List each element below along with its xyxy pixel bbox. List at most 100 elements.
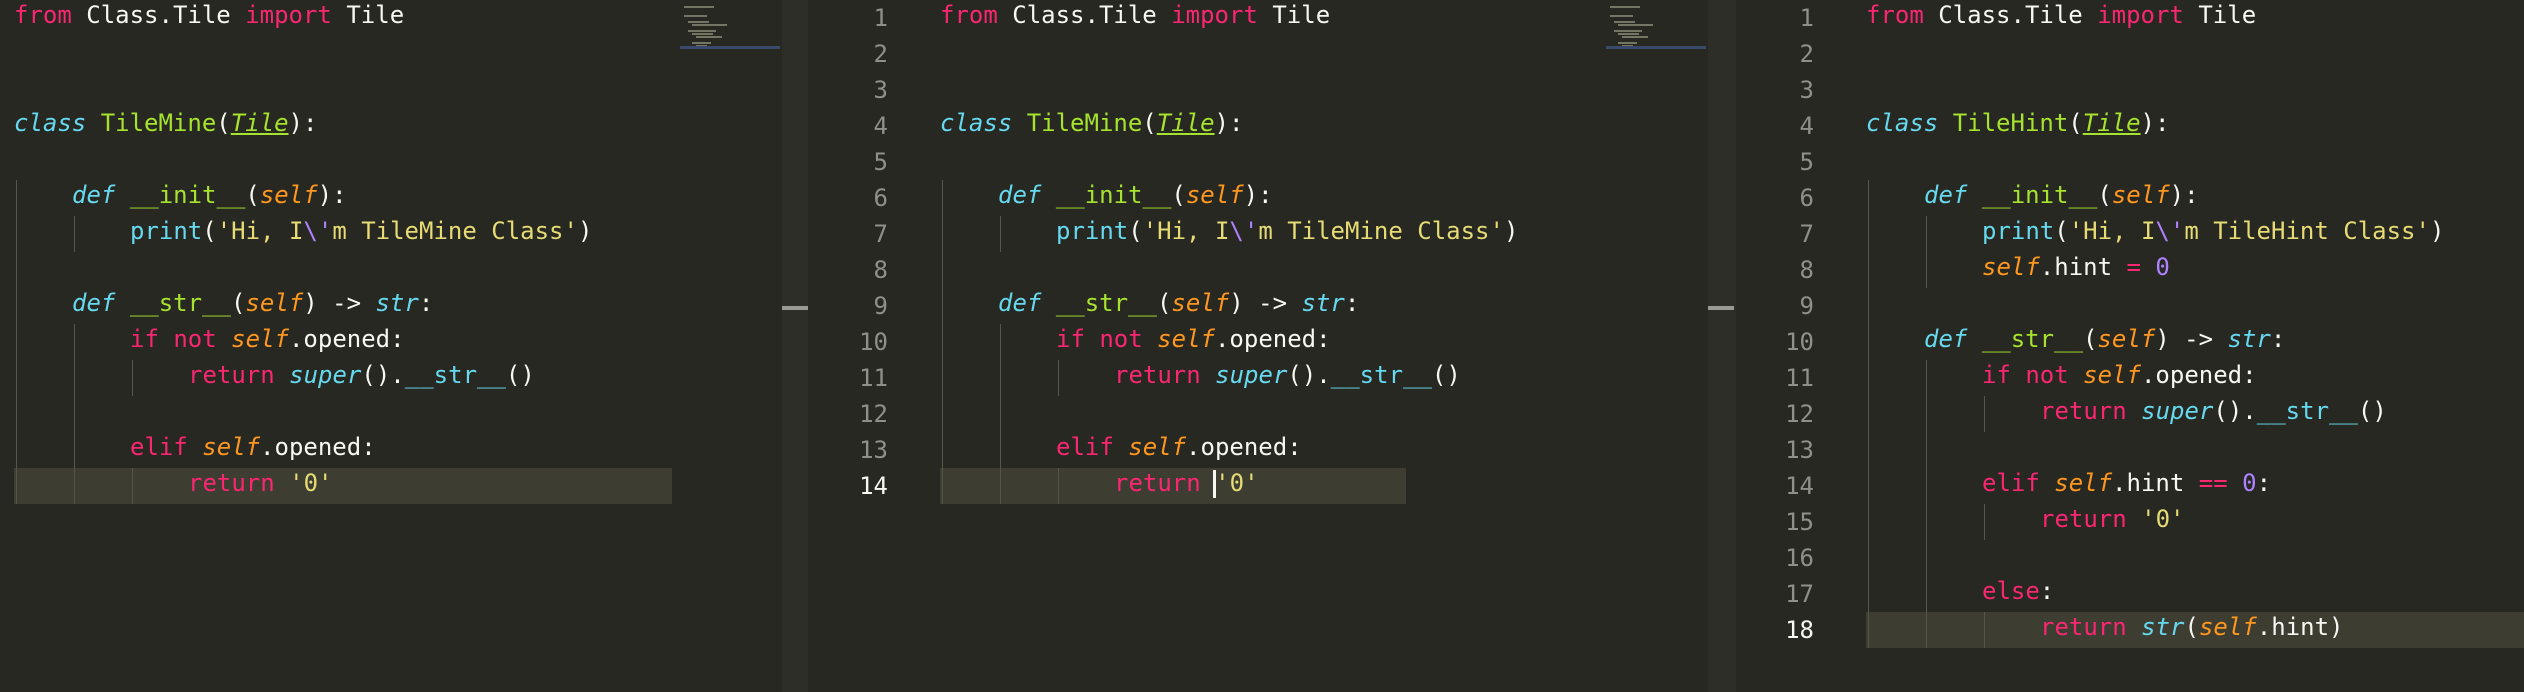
code-line[interactable]: from Class.Tile import Tile [1866,0,2256,36]
code-line[interactable]: def __str__(self) -> str: [72,288,433,324]
indent-guide [942,180,943,504]
editor-pane-middle[interactable]: 1 2 3 4 5 6 7 8 9 10 11 12 13 14 from Class.Tile impo… [808,0,1708,692]
indent-guide [1058,360,1059,396]
line-number: 8 [873,256,888,284]
code-token: ) [577,217,593,245]
line-number: 6 [1799,184,1814,212]
line-number: 18 [1785,616,1814,644]
code-token: == [2198,469,2228,497]
code-token: 'Hi, I [216,217,304,245]
code-line[interactable]: if not self.opened: [1056,324,1331,360]
code-line[interactable]: elif self.opened: [1056,432,1302,468]
code-token: import [2097,1,2184,29]
code-token: else [1982,577,2040,605]
pane-divider-right[interactable] [1708,0,1736,692]
line-number: 5 [1799,148,1814,176]
code-token: ( [1128,217,1143,245]
code-token: __init__ [1981,181,2098,209]
code-line[interactable]: from Class.Tile import Tile [940,0,1330,36]
minimap-line [684,15,708,17]
line-number: 12 [1785,400,1814,428]
code-line[interactable]: print('Hi, I\'m TileMine Class') [1056,216,1518,252]
indent-guide [1926,216,1927,288]
minimap-line [696,36,723,38]
code-token: TileMine [1026,109,1143,137]
code-line[interactable]: class TileMine(Tile): [940,108,1243,144]
code-token: ) -> [2155,325,2228,353]
code-line[interactable]: return '0' [1114,468,1259,504]
code-token: ) -> [1229,289,1302,317]
code-line[interactable]: else: [1982,576,2054,612]
code-line[interactable]: if not self.opened: [1982,360,2257,396]
code-token: not [1099,325,1143,353]
code-token: = [2126,253,2141,281]
scrollbar-thumb[interactable] [782,306,808,310]
code-line[interactable]: def __init__(self): [998,180,1273,216]
code-line[interactable]: return super().__str__() [2040,396,2387,432]
code-line[interactable]: print('Hi, I\'m TileMine Class') [130,216,592,252]
minimap-viewport[interactable] [1606,46,1706,49]
line-number: 3 [1799,76,1814,104]
code-token: if [1056,325,1085,353]
code-line[interactable]: return '0' [188,468,333,504]
line-number: 13 [1785,436,1814,464]
current-line-highlight [14,468,672,504]
editor-pane-right[interactable]: 1 2 3 4 5 6 7 8 9 10 11 12 13 14 15 16 17 18 from Class.T… [1736,0,2524,692]
code-line[interactable]: return str(self.hint) [2040,612,2343,648]
code-token: \' [2155,217,2185,245]
code-token: elif [1056,433,1114,461]
line-number: 4 [873,112,888,140]
code-token: print [130,217,203,245]
code-token: return [188,469,275,497]
code-line[interactable]: return '0' [2040,504,2185,540]
line-number: 11 [859,364,888,392]
code-token: def [998,289,1042,317]
code-token: : [2270,325,2286,353]
code-token: Class.Tile [71,1,246,29]
code-line[interactable]: from Class.Tile import Tile [14,0,404,36]
line-number: 2 [1799,40,1814,68]
code-line[interactable]: print('Hi, I\'m TileHint Class') [1982,216,2444,252]
code-line[interactable]: elif self.hint == 0: [1982,468,2271,504]
code-token: import [1171,1,1258,29]
editor-pane-left[interactable]: from Class.Tile import Tile class TileMin… [0,0,782,692]
code-token: .opened: [260,433,376,461]
code-line[interactable]: self.hint = 0 [1982,252,2170,288]
code-line[interactable]: def __str__(self) -> str: [998,288,1359,324]
code-token: __str__ [1055,289,1157,317]
code-line[interactable]: return super().__str__() [188,360,535,396]
code-token: () [1431,361,1461,389]
code-token: super [1215,361,1288,389]
code-line[interactable]: def __init__(self): [1924,180,2199,216]
code-token: .opened: [1186,433,1302,461]
code-token: ( [1156,289,1172,317]
line-number: 15 [1785,508,1814,536]
code-line[interactable]: if not self.opened: [130,324,405,360]
code-line[interactable]: def __init__(self): [72,180,347,216]
code-token: str [1301,289,1345,317]
code-line[interactable]: def __str__(self) -> str: [1924,324,2285,360]
minimap[interactable] [1606,0,1706,52]
scrollbar-thumb[interactable] [1708,306,1734,310]
line-number: 14 [1785,472,1814,500]
line-number: 16 [1785,544,1814,572]
minimap[interactable] [680,0,780,52]
code-token: def [72,289,116,317]
code-line[interactable]: class TileHint(Tile): [1866,108,2169,144]
code-line[interactable]: elif self.opened: [130,432,376,468]
code-token: .hint) [2256,613,2344,641]
code-line[interactable]: return super().__str__() [1114,360,1461,396]
code-line[interactable]: class TileMine(Tile): [14,108,317,144]
minimap-viewport[interactable] [680,46,780,49]
minimap-line [1610,15,1634,17]
pane-divider-left[interactable] [782,0,808,692]
code-token: __str__ [129,289,231,317]
code-token: '0' [2141,505,2185,533]
